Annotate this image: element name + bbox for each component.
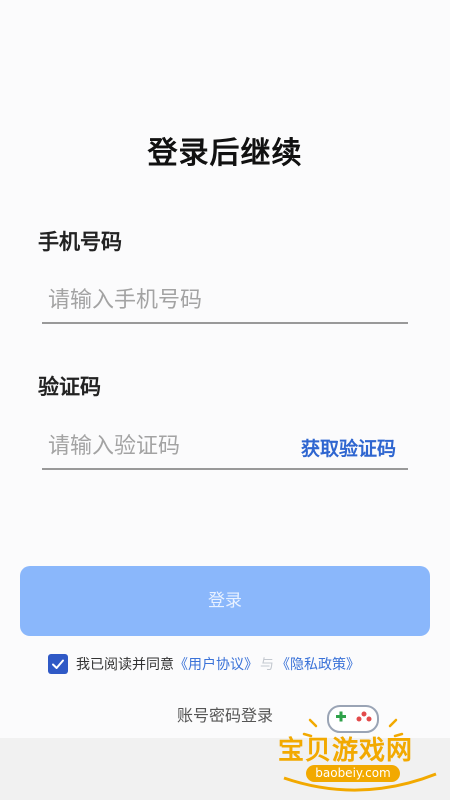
agreement-separator: 与 [260,657,274,673]
check-icon [52,659,64,669]
login-page: 登录后继续 手机号码 验证码 获取验证码 登录 我已阅读并同意 《用户协议》 与… [0,0,450,800]
privacy-policy-link[interactable]: 《隐私政策》 [276,654,360,674]
user-agreement-link[interactable]: 《用户协议》 [174,654,258,674]
page-title: 登录后继续 [147,136,303,171]
phone-input[interactable] [42,278,288,322]
agreement-text: 我已阅读并同意 [76,657,174,673]
watermark-logo: 宝贝游戏网 baobeiy.com [270,700,450,800]
phone-field [42,278,408,324]
code-input[interactable] [42,424,288,468]
watermark-name: 宝贝游戏网 [278,736,414,766]
code-label: 验证码 [38,375,101,399]
agreement-row: 我已阅读并同意 《用户协议》 与 《隐私政策》 [48,652,360,676]
get-code-button[interactable]: 获取验证码 [301,434,396,461]
agreement-checkbox[interactable] [48,654,68,674]
login-button[interactable]: 登录 [20,566,430,636]
phone-label: 手机号码 [38,230,122,254]
code-field: 获取验证码 [42,424,408,470]
watermark-url: baobeiy.com [306,765,400,782]
